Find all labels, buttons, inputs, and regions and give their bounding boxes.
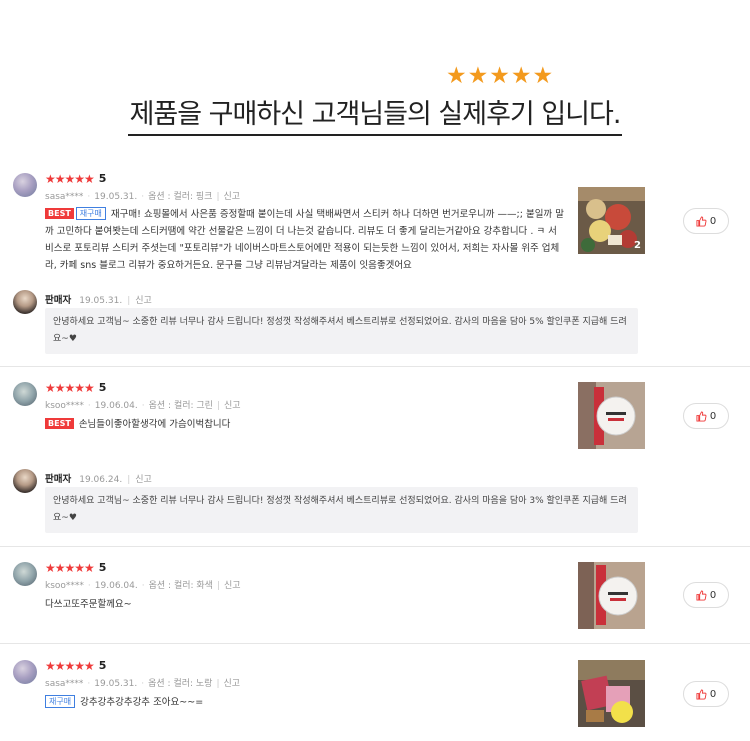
best-badge: BEST <box>45 208 74 219</box>
review-date: 19.05.31. <box>94 679 138 689</box>
review-option: 옵션 : 컬러: 핑크 <box>148 192 213 202</box>
review-meta: sasa**** · 19.05.31. · 옵션 : 컬러: 핑크 | 신고 <box>45 192 241 202</box>
like-button[interactable]: 0 <box>683 403 729 429</box>
seller-reply: 안녕하세요 고객님~ 소중한 리뷰 너무나 감사 드립니다! 정성껏 작성해주셔… <box>45 308 638 354</box>
like-count: 0 <box>709 589 717 601</box>
rating-stars: ★★★★★ 5 <box>45 380 107 395</box>
review-text: BEST 재구매 재구매! 쇼핑몰에서 사은품 증정할때 붙이는데 사실 택배싸면… <box>45 207 564 271</box>
star-icon: ★ <box>467 63 489 89</box>
header-stars: ★ ★ ★ ★ ★ <box>446 64 553 88</box>
rating-stars: ★★★★★ 5 <box>45 560 107 575</box>
repeat-badge: 재구매 <box>75 207 106 220</box>
photo-count: 2 <box>634 240 641 251</box>
review-photo[interactable]: 2 <box>578 187 645 254</box>
review-meta: sasa**** · 19.05.31. · 옵션 : 컬러: 노랑 | 신고 <box>45 679 241 689</box>
rating-stars: ★★★★★ 5 <box>45 171 107 186</box>
like-button[interactable]: 0 <box>683 208 729 234</box>
thumbs-up-icon <box>696 688 707 700</box>
thumbs-up-icon <box>696 589 707 601</box>
review-meta: ksoo**** · 19.06.04. · 옵션 : 컬러: 그린 | 신고 <box>45 401 241 411</box>
report-link[interactable]: 신고 <box>224 401 241 411</box>
rating-score: 5 <box>98 381 107 394</box>
rating-score: 5 <box>98 659 107 672</box>
star-icon: ★ <box>532 63 554 89</box>
report-link[interactable]: 신고 <box>135 296 152 306</box>
review-option: 옵션 : 컬러: 노랑 <box>148 679 213 689</box>
avatar[interactable] <box>13 660 37 684</box>
review-option: 옵션 : 컬러: 화색 <box>148 581 213 591</box>
review-meta: ksoo**** · 19.06.04. · 옵션 : 컬러: 화색 | 신고 <box>45 581 241 591</box>
avatar[interactable] <box>13 173 37 197</box>
review-user: ksoo**** <box>45 581 84 591</box>
review-photo[interactable] <box>578 660 645 727</box>
like-count: 0 <box>709 688 717 700</box>
like-button[interactable]: 0 <box>683 582 729 608</box>
rating-score: 5 <box>98 172 107 185</box>
rating-stars: ★★★★★ 5 <box>45 658 107 673</box>
review-text: 재구매 강추강추강추강추 조아요~~= <box>45 694 565 711</box>
like-count: 0 <box>709 410 717 422</box>
report-link[interactable]: 신고 <box>224 581 241 591</box>
star-icon: ★ <box>446 63 467 89</box>
star-icon: ★ <box>489 63 510 89</box>
seller-header: 판매자 19.05.31. | 신고 <box>45 295 152 306</box>
thumbs-up-icon <box>696 215 707 227</box>
review-text: 다쓰고또주문할께요~ <box>45 599 132 610</box>
avatar[interactable] <box>13 562 37 586</box>
review-text: BEST 손님들이좋아할생각에 가슴이벅찹니다 <box>45 416 565 433</box>
review-date: 19.06.04. <box>94 401 138 411</box>
page-title: 제품을 구매하신 고객님들의 실제후기 입니다. <box>0 92 750 136</box>
like-count: 0 <box>709 215 717 227</box>
review-date: 19.06.04. <box>94 581 138 591</box>
report-link[interactable]: 신고 <box>224 192 241 202</box>
best-badge: BEST <box>45 418 74 429</box>
like-button[interactable]: 0 <box>683 681 729 707</box>
seller-avatar <box>13 469 37 493</box>
rating-score: 5 <box>98 561 107 574</box>
thumbs-up-icon <box>696 410 707 422</box>
divider <box>0 643 750 644</box>
star-icon: ★ <box>510 63 532 89</box>
review-user: sasa**** <box>45 192 84 202</box>
divider <box>0 546 750 547</box>
review-date: 19.05.31. <box>94 192 138 202</box>
avatar[interactable] <box>13 382 37 406</box>
seller-reply: 안녕하세요 고객님~ 소중한 리뷰 너무나 감사 드립니다! 정성껏 작성해주셔… <box>45 487 638 533</box>
review-user: ksoo**** <box>45 401 84 411</box>
review-photo[interactable] <box>578 562 645 629</box>
divider <box>0 366 750 367</box>
review-photo[interactable] <box>578 382 645 449</box>
seller-avatar <box>13 290 37 314</box>
report-link[interactable]: 신고 <box>135 475 152 485</box>
repeat-badge: 재구매 <box>45 695 76 708</box>
review-option: 옵션 : 컬러: 그린 <box>148 401 213 411</box>
report-link[interactable]: 신고 <box>224 679 241 689</box>
review-user: sasa**** <box>45 679 84 689</box>
seller-header: 판매자 19.06.24. | 신고 <box>45 474 152 485</box>
